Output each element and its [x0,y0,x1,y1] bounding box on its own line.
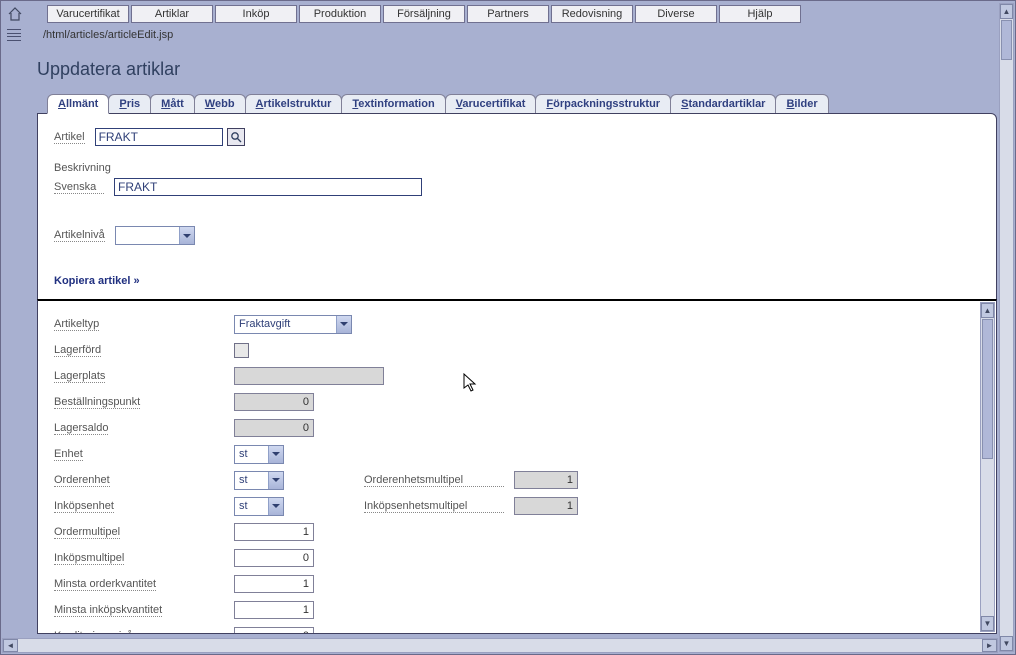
top-bar: Varucertifikat Artiklar Inköp Produktion… [1,1,1015,27]
tab-forpackningsstruktur[interactable]: Förpackningsstruktur [535,94,671,113]
chevron-down-icon [268,472,283,489]
outer-vertical-scrollbar[interactable]: ▲ ▼ [999,3,1014,652]
menu-produktion[interactable]: Produktion [299,5,381,23]
artikel-label: Artikel [54,131,85,144]
scroll-down-button[interactable]: ▼ [1000,636,1013,651]
tab-bilder[interactable]: Bilder [775,94,828,113]
inkopsenhetsmultipel-label: Inköpsenhetsmultipel [364,500,504,513]
artikeltyp-value: Fraktavgift [239,318,290,330]
tab-matt[interactable]: Mått [150,94,195,113]
menu-forsaljning[interactable]: Försäljning [383,5,465,23]
chevron-down-icon [268,446,283,463]
beskrivning-label: Beskrivning [54,162,980,174]
inkopsenhet-select[interactable]: st [234,497,284,516]
enhet-select[interactable]: st [234,445,284,464]
breadcrumb: /html/articles/articleEdit.jsp [43,29,173,41]
inner-vertical-scrollbar[interactable]: ▲ ▼ [980,302,995,632]
tab-webb[interactable]: Webb [194,94,246,113]
top-menu: Varucertifikat Artiklar Inköp Produktion… [47,5,801,23]
breadcrumb-row: /html/articles/articleEdit.jsp [1,27,1015,47]
svenska-label: Svenska [54,181,104,194]
tab-allmant[interactable]: Allmänt [47,94,109,114]
chevron-down-icon [336,316,351,333]
menu-diverse[interactable]: Diverse [635,5,717,23]
search-icon [230,131,242,143]
panel-general-top: Artikel Beskrivning Svenska Artikelnivå [37,113,997,300]
artikelniva-select[interactable] [115,226,195,245]
lagerford-label: Lagerförd [54,344,101,357]
menu-inkop[interactable]: Inköp [215,5,297,23]
krediteringsniva-label: Krediteringsnivå [54,630,133,634]
tab-row: Allmänt Pris Mått Webb Artikelstruktur T… [47,94,997,113]
menu-hjalp[interactable]: Hjälp [719,5,801,23]
inkopsenhet-value: st [239,500,248,512]
orderenhet-label: Orderenhet [54,474,110,487]
page-title: Uppdatera artiklar [37,59,997,80]
scroll-thumb[interactable] [1001,20,1012,60]
app-window: ▲ ▼ ◄ ► Varucertifikat Artiklar Inköp Pr… [0,0,1016,655]
minsta-orderkvantitet-input[interactable] [234,575,314,593]
bestallningspunkt-label: Beställningspunkt [54,396,140,409]
enhet-label: Enhet [54,448,83,461]
orderenhetsmultipel-input [514,471,578,489]
content-area: Uppdatera artiklar Allmänt Pris Mått Web… [37,59,997,634]
menu-toggle-icon[interactable] [7,29,21,41]
minsta-orderkvantitet-label: Minsta orderkvantitet [54,578,156,591]
enhet-value: st [239,448,248,460]
ordermultipel-label: Ordermultipel [54,526,120,539]
panel-general-bottom-wrap: Artikeltyp Fraktavgift Lagerförd Lagerpl… [37,299,997,634]
scroll-left-button[interactable]: ◄ [3,639,18,652]
artikeltyp-select[interactable]: Fraktavgift [234,315,352,334]
orderenhet-value: st [239,474,248,486]
tab-varucertifikat[interactable]: Varucertifikat [445,94,537,113]
artikel-input[interactable] [95,128,223,146]
tab-pris[interactable]: Pris [108,94,151,113]
home-icon[interactable] [7,7,23,21]
minsta-inkopskvantitet-label: Minsta inköpskvantitet [54,604,162,617]
svenska-input[interactable] [114,178,422,196]
scroll-up-button[interactable]: ▲ [1000,4,1013,19]
bestallningspunkt-input [234,393,314,411]
inkopsmultipel-label: Inköpsmultipel [54,552,124,565]
scroll-thumb[interactable] [982,319,993,459]
copy-article-link[interactable]: Kopiera artikel » [54,275,140,287]
menu-artiklar[interactable]: Artiklar [131,5,213,23]
outer-horizontal-scrollbar[interactable]: ◄ ► [2,638,998,653]
scroll-down-button[interactable]: ▼ [981,616,994,631]
orderenhetsmultipel-label: Orderenhetsmultipel [364,474,504,487]
artikeltyp-label: Artikeltyp [54,318,99,331]
inkopsenhetsmultipel-input [514,497,578,515]
lagerplats-input [234,367,384,385]
tab-textinformation[interactable]: Textinformation [341,94,445,113]
ordermultipel-input[interactable] [234,523,314,541]
lagerford-checkbox[interactable] [234,343,249,358]
scroll-right-button[interactable]: ► [982,639,997,652]
orderenhet-select[interactable]: st [234,471,284,490]
minsta-inkopskvantitet-input[interactable] [234,601,314,619]
chevron-down-icon [179,227,194,244]
tab-artikelstruktur[interactable]: Artikelstruktur [245,94,343,113]
chevron-down-icon [268,498,283,515]
lagersaldo-label: Lagersaldo [54,422,108,435]
artikelniva-label: Artikelnivå [54,229,105,242]
inkopsenhet-label: Inköpsenhet [54,500,114,513]
lagersaldo-input [234,419,314,437]
menu-varucertifikat[interactable]: Varucertifikat [47,5,129,23]
menu-partners[interactable]: Partners [467,5,549,23]
tab-standardartiklar[interactable]: Standardartiklar [670,94,776,113]
krediteringsniva-input[interactable] [234,627,314,634]
scroll-up-button[interactable]: ▲ [981,303,994,318]
inkopsmultipel-input[interactable] [234,549,314,567]
artikel-search-button[interactable] [227,128,245,146]
menu-redovisning[interactable]: Redovisning [551,5,633,23]
panel-general-bottom: Artikeltyp Fraktavgift Lagerförd Lagerpl… [38,301,996,633]
lagerplats-label: Lagerplats [54,370,105,383]
